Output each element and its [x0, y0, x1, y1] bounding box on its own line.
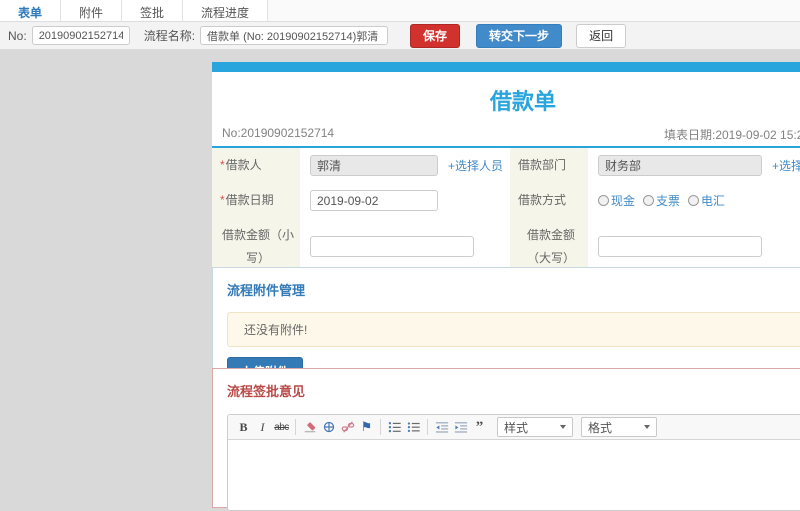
no-attachments-alert: 还没有附件! [227, 312, 800, 347]
process-name-input[interactable] [200, 26, 389, 45]
radio-check[interactable]: 支票 [643, 192, 680, 209]
department-label: 借款部门 [510, 148, 588, 183]
tab-approval[interactable]: 签批 [122, 0, 184, 21]
no-label: No: [8, 28, 27, 43]
editor-toolbar: B I abc ⚑ ” 样式 格式 [228, 415, 800, 440]
radio-wire[interactable]: 电汇 [688, 192, 725, 209]
select-person-link[interactable]: +选择人员 [448, 157, 503, 174]
toolbar-separator [380, 419, 381, 435]
borrower-field: +选择人员 [300, 148, 510, 183]
no-input[interactable] [31, 26, 130, 45]
required-mark: * [220, 158, 225, 173]
back-button[interactable]: 返回 [576, 23, 627, 48]
toolbar: No: 流程名称: 保存 转交下一步 返回 [0, 22, 800, 50]
radio-icon [688, 195, 700, 206]
editor-content-area[interactable] [228, 440, 800, 510]
department-input[interactable] [598, 155, 762, 176]
amount-lower-input[interactable] [310, 236, 474, 258]
tab-bar: 表单 附件 签批 流程进度 [0, 0, 800, 22]
loan-date-field [300, 183, 510, 218]
form-meta: No:20190902152714 填表日期:2019-09-02 15:27:… [212, 126, 800, 144]
required-mark: * [220, 193, 225, 208]
doc-number: No:20190902152714 [222, 126, 335, 140]
unlink-icon[interactable] [338, 418, 357, 436]
approval-section-title: 流程签批意见 [227, 384, 306, 399]
department-field: +选择部门 [588, 148, 800, 183]
amount-upper-input[interactable] [598, 236, 762, 258]
forward-next-step-button[interactable]: 转交下一步 [476, 23, 563, 48]
tab-form[interactable]: 表单 [0, 0, 62, 21]
save-button[interactable]: 保存 [410, 23, 461, 48]
toolbar-separator [427, 419, 428, 435]
loan-date-label: *借款日期 [212, 183, 300, 218]
process-name-label: 流程名称: [143, 29, 196, 43]
anchor-flag-icon[interactable]: ⚑ [357, 418, 376, 436]
numbered-list-icon[interactable] [385, 418, 404, 436]
link-icon[interactable] [319, 418, 338, 436]
borrower-label: *借款人 [212, 148, 300, 183]
tab-process-progress[interactable]: 流程进度 [183, 0, 269, 21]
rich-text-editor: B I abc ⚑ ” 样式 格式 [227, 414, 800, 511]
outdent-icon[interactable] [432, 418, 451, 436]
panel-top-bar [212, 62, 800, 72]
chevron-down-icon [644, 425, 650, 429]
remove-format-icon[interactable] [300, 418, 319, 436]
styles-dropdown[interactable]: 样式 [497, 417, 573, 437]
blockquote-icon[interactable]: ” [470, 418, 489, 436]
select-department-link[interactable]: +选择部门 [772, 157, 800, 174]
format-dropdown[interactable]: 格式 [581, 417, 657, 437]
attachments-section-title: 流程附件管理 [227, 283, 306, 298]
loan-method-label: 借款方式 [510, 183, 588, 218]
loan-date-input[interactable] [310, 190, 438, 211]
borrower-input[interactable] [310, 155, 438, 176]
loan-method-radio-group: 现金 支票 电汇 [598, 192, 733, 209]
loan-method-field: 现金 支票 电汇 [588, 183, 800, 218]
toolbar-separator [295, 419, 296, 435]
tab-attachments[interactable]: 附件 [61, 0, 123, 21]
fill-date: 填表日期:2019-09-02 15:27:1 [664, 128, 800, 142]
chevron-down-icon [560, 425, 566, 429]
page-title: 借款单 [489, 89, 556, 114]
approval-panel: 流程签批意见 B I abc ⚑ ” 样式 格式 [212, 368, 800, 511]
strikethrough-icon[interactable]: abc [272, 418, 291, 436]
radio-cash[interactable]: 现金 [598, 192, 635, 209]
bold-icon[interactable]: B [234, 418, 253, 436]
bullet-list-icon[interactable] [404, 418, 423, 436]
radio-icon [598, 195, 609, 206]
indent-icon[interactable] [451, 418, 470, 436]
radio-icon [643, 195, 655, 206]
italic-icon[interactable]: I [253, 418, 272, 436]
